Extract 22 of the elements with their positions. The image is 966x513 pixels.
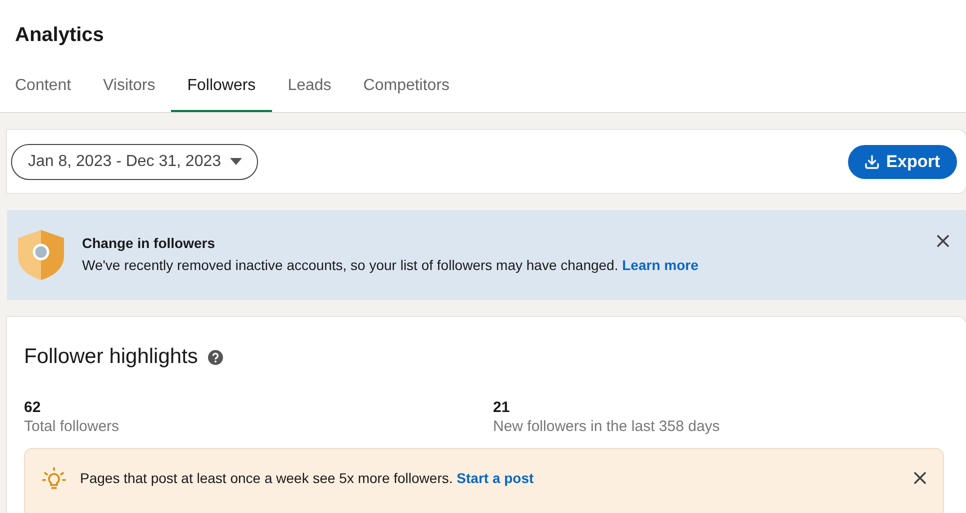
page-title: Analytics [15, 23, 105, 48]
section-title: Follower highlights [24, 345, 198, 369]
lightbulb-icon [42, 467, 66, 491]
tab[interactable]: Competitors [347, 62, 466, 112]
help-icon[interactable] [208, 350, 223, 364]
download-icon [864, 154, 880, 170]
stat-value: 62 [24, 399, 42, 416]
stat-value: 21 [493, 399, 511, 416]
shield-icon [18, 230, 64, 280]
export-button[interactable]: Export [848, 144, 957, 178]
caret-icon [230, 158, 242, 165]
tip-text: Pages that post at least once a week see 5x more followers. Start a post [80, 469, 535, 486]
tab[interactable]: Content [0, 62, 88, 112]
stat-label: Total followers [24, 418, 120, 435]
notice-text: We've recently removed inactive accounts, so your list of followers may have changed. Learn more [82, 257, 700, 273]
start-post-link[interactable]: Start a post [456, 470, 534, 486]
tab[interactable]: Visitors [87, 62, 172, 112]
tab[interactable]: Leads [272, 62, 348, 112]
date-range-dropdown[interactable]: Jan 8, 2023 - Dec 31, 2023 [11, 144, 258, 180]
learn-more-link[interactable]: Learn more [622, 257, 698, 273]
stat-label: New followers in the last 358 days [493, 418, 721, 435]
notice-title: Change in followers [82, 235, 216, 251]
